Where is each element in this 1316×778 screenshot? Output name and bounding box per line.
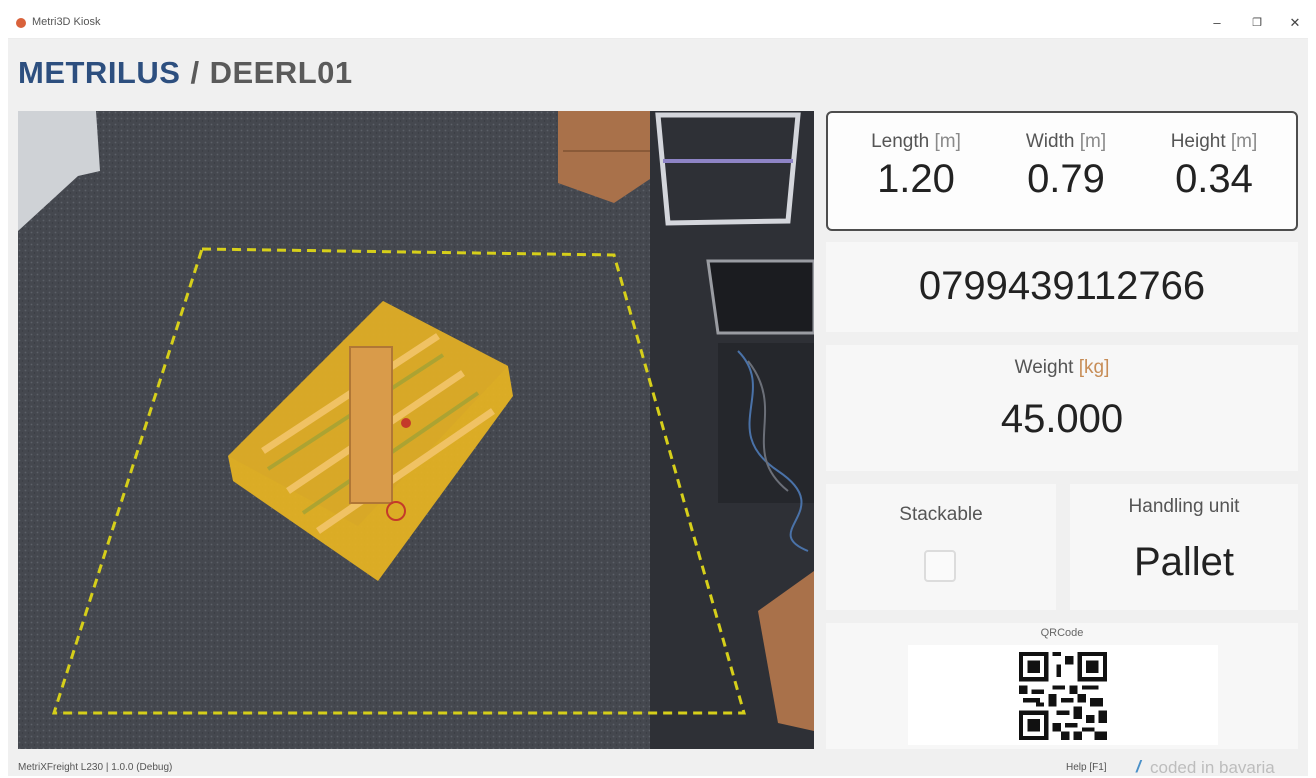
coded-in-bavaria-text: coded in bavaria [1150, 758, 1275, 777]
width-field: Width [m] 0.79 [996, 131, 1136, 202]
qrcode-image [1019, 652, 1107, 740]
stackable-card: Stackable [826, 484, 1056, 610]
qrcode-card: QRCode [826, 623, 1298, 749]
barcode-card: 0799439112766 [826, 242, 1298, 332]
camera-scene [18, 111, 814, 749]
handling-unit-value: Pallet [1133, 540, 1235, 584]
camera-view [18, 111, 814, 749]
close-button[interactable]: ✕ [1284, 13, 1306, 33]
kiosk-app: METRILUS / DEERL01 Length [m] 1.20 Width… [8, 39, 1308, 777]
help-link[interactable]: Help [F1] [1066, 762, 1107, 773]
weight-card: Weight [kg] 45.000 [826, 345, 1298, 471]
window-title: Metri3D Kiosk [32, 16, 101, 28]
qrcode-label: QRCode [1040, 627, 1084, 639]
barcode-value: 0799439112766 [918, 264, 1206, 308]
weight-label: Weight [kg] [1014, 357, 1110, 378]
window-titlebar: Metri3D Kiosk – ❐ ✕ [8, 8, 1308, 39]
height-value: 0.34 [1175, 157, 1253, 201]
weight-value: 45.000 [1000, 397, 1124, 441]
handling-unit-card: Handling unit Pallet [1070, 484, 1298, 610]
station-id: DEERL01 [209, 55, 353, 90]
app-icon [16, 18, 26, 28]
stackable-checkbox[interactable] [924, 550, 956, 582]
maximize-button[interactable]: ❐ [1246, 13, 1268, 33]
length-field: Length [m] 1.20 [846, 131, 986, 202]
box-on-pallet [349, 346, 393, 504]
width-label: Width [m] [1025, 131, 1107, 152]
coded-in-bavaria-logo-icon: / [1136, 757, 1141, 776]
title-separator: / [190, 55, 200, 90]
stackable-label: Stackable [899, 504, 983, 525]
height-label: Height [m] [1170, 131, 1258, 152]
brand-name: METRILUS [18, 55, 181, 90]
dimensions-card: Length [m] 1.20 Width [m] 0.79 Height [m… [826, 111, 1298, 231]
minimize-button[interactable]: – [1206, 13, 1228, 33]
handling-unit-label: Handling unit [1128, 496, 1240, 517]
center-marker [401, 418, 411, 428]
height-field: Height [m] 0.34 [1144, 131, 1284, 202]
length-value: 1.20 [877, 157, 955, 201]
width-value: 0.79 [1027, 157, 1105, 201]
page-title: METRILUS / DEERL01 [18, 55, 353, 91]
length-label: Length [m] [871, 131, 961, 152]
version-info: MetriXFreight L230 | 1.0.0 (Debug) [18, 762, 173, 773]
